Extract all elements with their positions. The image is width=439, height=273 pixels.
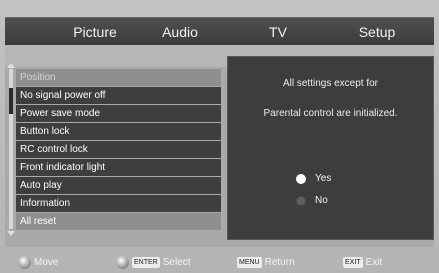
- tab-audio[interactable]: Audio: [150, 18, 210, 46]
- tab-picture[interactable]: Picture: [55, 18, 135, 46]
- menu-key-icon: MENU: [237, 256, 262, 268]
- hint-move: Move: [18, 256, 58, 270]
- exit-key-icon: EXIT: [343, 256, 363, 268]
- menu-item-position[interactable]: Position: [16, 69, 221, 86]
- footer-hints: Move ENTER Select MENU Return EXIT Exit: [0, 252, 439, 273]
- radio-selected-icon: [296, 174, 306, 184]
- reset-confirm-dialog: All settings except for Parental control…: [227, 56, 434, 240]
- ok-button-icon: [116, 256, 129, 269]
- scroll-down-icon[interactable]: [7, 231, 15, 236]
- menu-item-power-save-mode[interactable]: Power save mode: [16, 105, 221, 122]
- menu-item-front-indicator-light[interactable]: Front indicator light: [16, 159, 221, 176]
- menu-item-information[interactable]: Information: [16, 195, 221, 212]
- option-yes-label: Yes: [315, 173, 332, 184]
- tab-bar: Picture Audio TV Setup: [5, 17, 434, 46]
- hint-exit-label: Exit: [365, 257, 383, 268]
- radio-unselected-icon: [296, 196, 306, 206]
- menu-item-auto-play[interactable]: Auto play: [16, 177, 221, 194]
- enter-key-icon: ENTER: [132, 257, 160, 268]
- hint-return-label: Return: [264, 257, 295, 268]
- hint-return: MENU Return: [237, 256, 295, 270]
- menu-item-rc-control-lock[interactable]: RC control lock: [16, 141, 221, 158]
- tab-tv[interactable]: TV: [253, 18, 303, 46]
- menu-item-no-signal-power-off[interactable]: No signal power off: [16, 87, 221, 104]
- dialog-message-line-1: All settings except for: [282, 78, 379, 89]
- menu-item-button-lock[interactable]: Button lock: [16, 123, 221, 140]
- dialog-message-line-2: Parental control are initialized.: [263, 108, 398, 119]
- scrollbar-thumb[interactable]: [9, 88, 13, 114]
- hint-select: ENTER Select: [116, 256, 191, 270]
- tab-setup[interactable]: Setup: [347, 18, 407, 46]
- hint-select-label: Select: [162, 257, 191, 269]
- move-arrows-icon: [18, 256, 31, 269]
- option-no-label: No: [315, 195, 328, 206]
- hint-move-label: Move: [34, 257, 59, 269]
- setup-menu-list: Position No signal power off Power save …: [16, 69, 221, 231]
- menu-item-all-reset[interactable]: All reset: [16, 213, 221, 230]
- hint-exit: EXIT Exit: [343, 256, 382, 270]
- scroll-up-icon[interactable]: [7, 63, 15, 68]
